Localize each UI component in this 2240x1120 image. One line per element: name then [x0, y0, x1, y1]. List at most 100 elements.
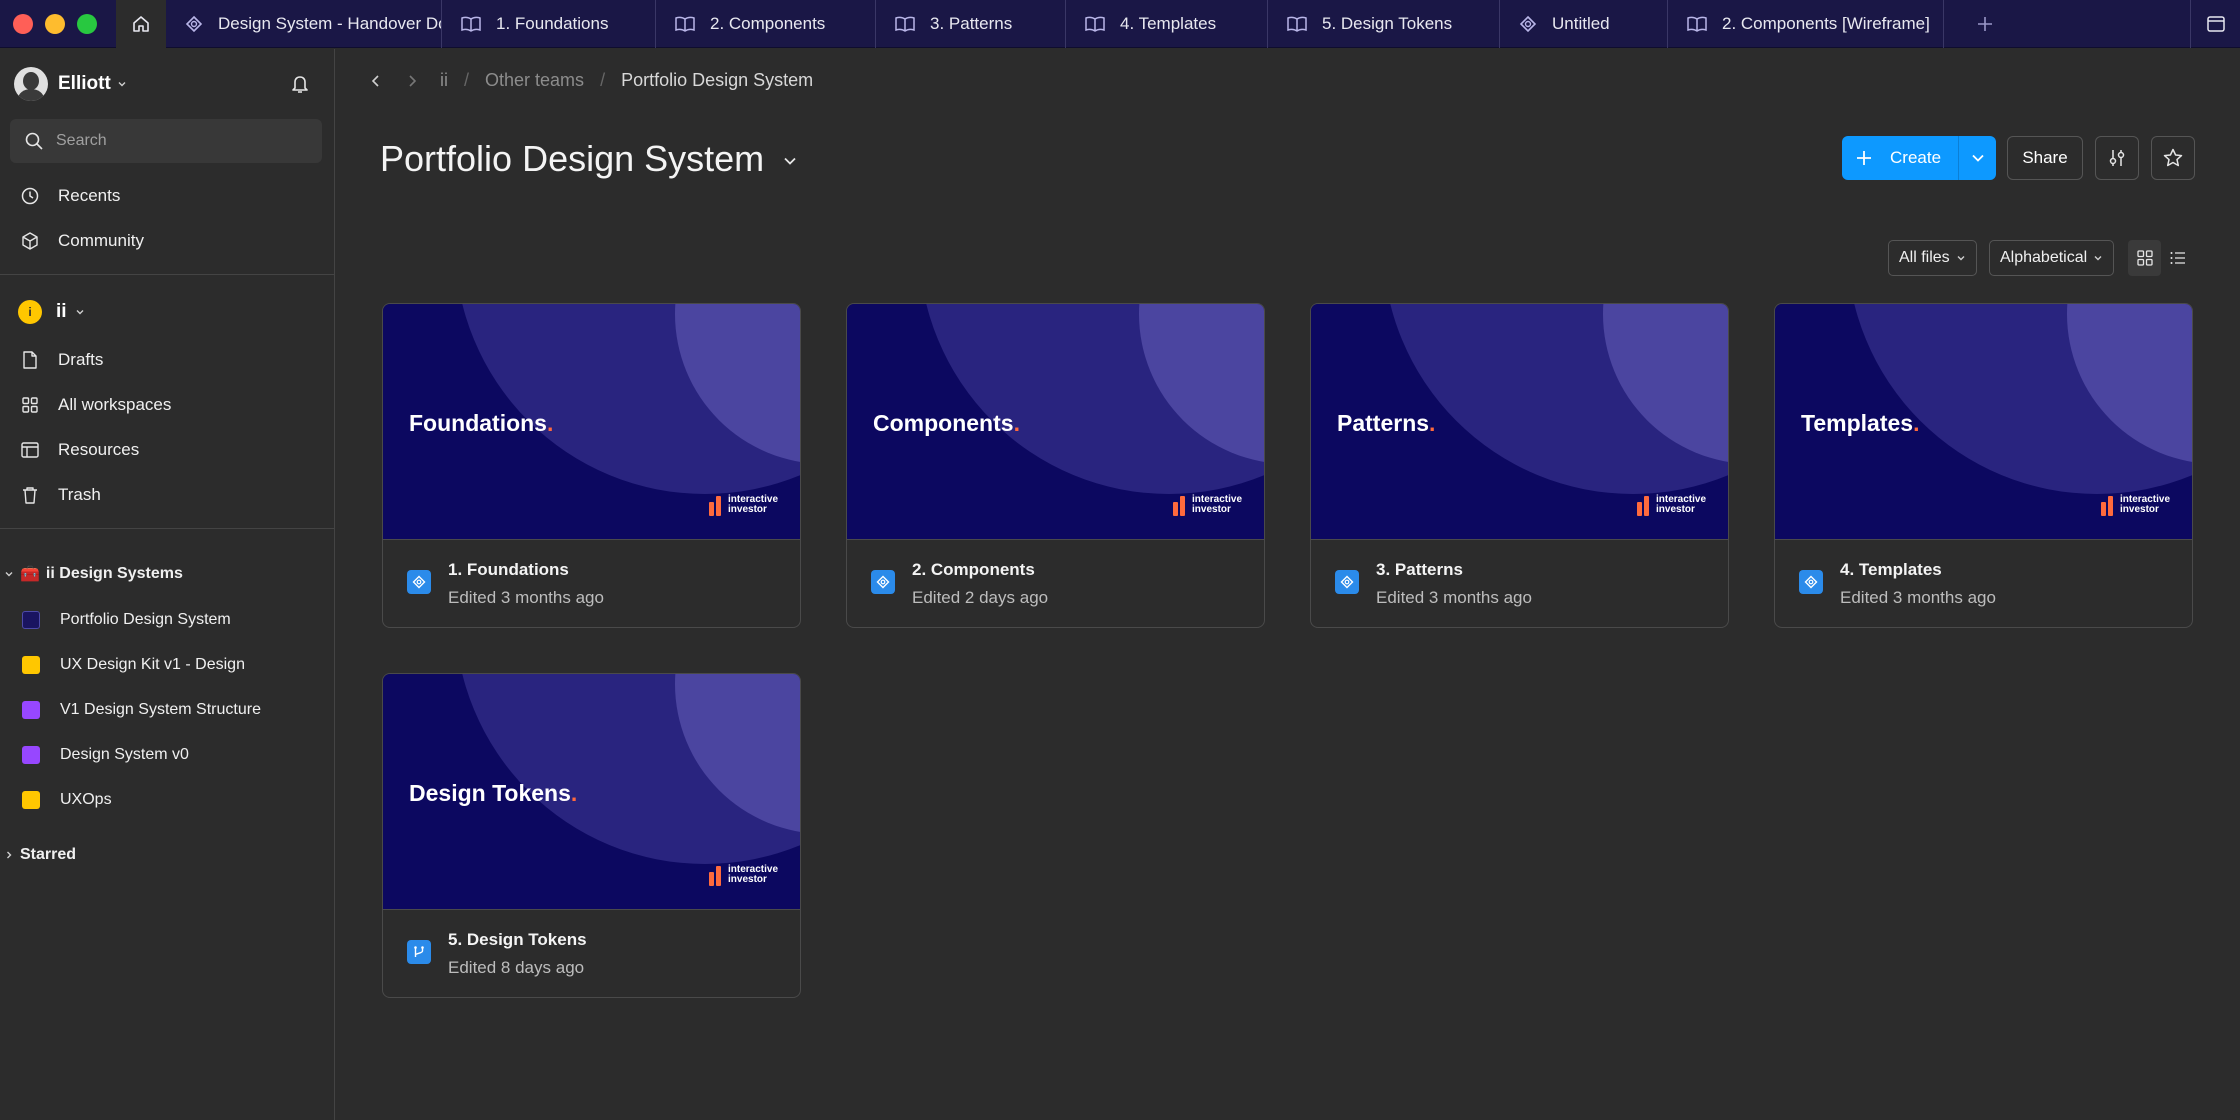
- sidebar-item-recents[interactable]: Recents: [0, 176, 334, 216]
- file-card[interactable]: Patterns. interactive investor 3. Pattern…: [1310, 303, 1729, 628]
- file-thumbnail: Foundations. interactive investor: [383, 304, 800, 540]
- project-label: UXOps: [60, 791, 112, 808]
- home-tab[interactable]: [116, 0, 166, 48]
- sidebar-item-label: Resources: [58, 440, 140, 459]
- logo-mark: [1173, 494, 1189, 516]
- chevron-down-icon[interactable]: [1970, 150, 1986, 166]
- sidebar-item-community[interactable]: Community: [0, 221, 334, 261]
- grid-view-button[interactable]: [2128, 240, 2161, 276]
- tab-untitled[interactable]: Untitled: [1500, 0, 1668, 48]
- divider: [0, 274, 334, 275]
- component-icon: [871, 570, 895, 594]
- forward-icon[interactable]: [406, 74, 418, 88]
- maximize-window-button[interactable]: [77, 14, 97, 34]
- share-button[interactable]: Share: [2007, 136, 2083, 180]
- new-tab-button[interactable]: [1960, 0, 2010, 48]
- star-icon: [2163, 148, 2183, 167]
- tab-foundations[interactable]: 1. Foundations: [442, 0, 656, 48]
- breadcrumb-current: Portfolio Design System: [621, 70, 814, 90]
- tab-label: 1. Foundations: [496, 14, 609, 33]
- file-card[interactable]: Components. interactive investor 2. Compo…: [846, 303, 1265, 628]
- tab-templates[interactable]: 4. Templates: [1066, 0, 1268, 48]
- sidebar-item-label: Recents: [58, 186, 121, 205]
- file-edited: Edited 3 months ago: [1376, 588, 1532, 607]
- interactive-investor-logo: interactive investor: [709, 494, 778, 516]
- sort-label: Alphabetical: [2000, 249, 2088, 266]
- settings-button[interactable]: [2095, 136, 2139, 180]
- sidebar-item-resources[interactable]: Resources: [0, 430, 334, 470]
- file-card[interactable]: Design Tokens. interactive investor 5. De…: [382, 673, 801, 998]
- section-ii-design-systems[interactable]: 🧰 ii Design Systems: [4, 564, 183, 583]
- project-label: UX Design Kit v1 - Design: [60, 656, 245, 673]
- chevron-down-icon: [2094, 256, 2102, 261]
- search-icon: [25, 132, 43, 150]
- logo-text: interactive investor: [2120, 494, 2171, 515]
- file-edited: Edited 3 months ago: [1840, 588, 1996, 607]
- tab-components-wireframe[interactable]: 2. Components [Wireframe]: [1668, 0, 1944, 48]
- breadcrumb-item[interactable]: ii: [440, 70, 448, 91]
- chevron-down-icon: [1957, 256, 1965, 261]
- search-input[interactable]: [56, 132, 296, 150]
- breadcrumb-item[interactable]: Other teams: [485, 70, 584, 91]
- project-item[interactable]: Design System v0: [0, 735, 334, 775]
- thumbnail-title-text: Templates: [1801, 410, 1914, 436]
- toggle-panel-button[interactable]: [2190, 0, 2240, 48]
- logo-mark: [1637, 494, 1653, 516]
- project-item[interactable]: Portfolio Design System: [0, 600, 334, 640]
- thumbnail-title-dot: .: [1013, 410, 1020, 436]
- tab-components[interactable]: 2. Components: [656, 0, 876, 48]
- account-menu[interactable]: Elliott: [14, 67, 127, 101]
- logo-mark: [2101, 494, 2117, 516]
- list-view-button[interactable]: [2161, 240, 2194, 276]
- breadcrumb-separator: /: [464, 70, 470, 90]
- project-label: Design System v0: [60, 746, 189, 763]
- file-name: 2. Components: [912, 560, 1035, 579]
- sidebar-item-trash[interactable]: Trash: [0, 475, 334, 515]
- file-filter-dropdown[interactable]: All files: [1888, 240, 1977, 276]
- component-icon: [1799, 570, 1823, 594]
- project-item[interactable]: UX Design Kit v1 - Design: [0, 645, 334, 685]
- project-item[interactable]: UXOps: [0, 780, 334, 820]
- file-card[interactable]: Templates. interactive investor 4. Templa…: [1774, 303, 2193, 628]
- logo-text: interactive investor: [1656, 494, 1707, 515]
- project-title-menu[interactable]: Portfolio Design System: [380, 138, 798, 180]
- resources-icon: [21, 442, 39, 458]
- community-icon: [22, 232, 38, 250]
- search-box[interactable]: [10, 119, 322, 163]
- tab-label: 4. Templates: [1120, 14, 1217, 33]
- logo-mark: [709, 864, 725, 886]
- interactive-investor-logo: interactive investor: [709, 864, 778, 886]
- section-starred[interactable]: Starred: [4, 846, 76, 864]
- create-button[interactable]: Create: [1842, 136, 1996, 180]
- file-meta: 4. Templates Edited 3 months ago: [1775, 540, 2192, 627]
- book-icon: [1085, 16, 1105, 32]
- tab-patterns[interactable]: 3. Patterns: [876, 0, 1066, 48]
- file-card[interactable]: Foundations. interactive investor 1. Foun…: [382, 303, 801, 628]
- notifications-button[interactable]: [290, 73, 310, 95]
- project-item[interactable]: V1 Design System Structure: [0, 690, 334, 730]
- file-edited: Edited 3 months ago: [448, 588, 604, 607]
- sidebar-item-label: Drafts: [58, 350, 104, 369]
- close-window-button[interactable]: [13, 14, 33, 34]
- team-switcher[interactable]: i ii: [18, 300, 85, 324]
- tab-design-tokens[interactable]: 5. Design Tokens: [1268, 0, 1500, 48]
- project-icon: [22, 656, 40, 674]
- file-name: 5. Design Tokens: [448, 930, 587, 949]
- logo-text: interactive investor: [1192, 494, 1243, 515]
- back-icon[interactable]: [370, 74, 382, 88]
- panel-icon: [2206, 16, 2225, 32]
- user-name: Elliott: [58, 73, 111, 94]
- favorite-button[interactable]: [2151, 136, 2195, 180]
- tab-bar: Design System - Handover Doc 1. Foundati…: [0, 0, 2240, 48]
- minimize-window-button[interactable]: [45, 14, 65, 34]
- sidebar-item-drafts[interactable]: Drafts: [0, 340, 334, 380]
- sort-dropdown[interactable]: Alphabetical: [1989, 240, 2115, 276]
- project-label: Portfolio Design System: [60, 611, 231, 628]
- tab-label: 2. Components [Wireframe]: [1722, 14, 1930, 33]
- file-name: 3. Patterns: [1376, 560, 1463, 579]
- tab-design-system-handover[interactable]: Design System - Handover Doc: [166, 0, 442, 48]
- page-title: Portfolio Design System: [380, 138, 765, 179]
- chevron-down-icon: [76, 310, 84, 315]
- sidebar-item-all-workspaces[interactable]: All workspaces: [0, 385, 334, 425]
- logo-text: interactive investor: [728, 864, 779, 885]
